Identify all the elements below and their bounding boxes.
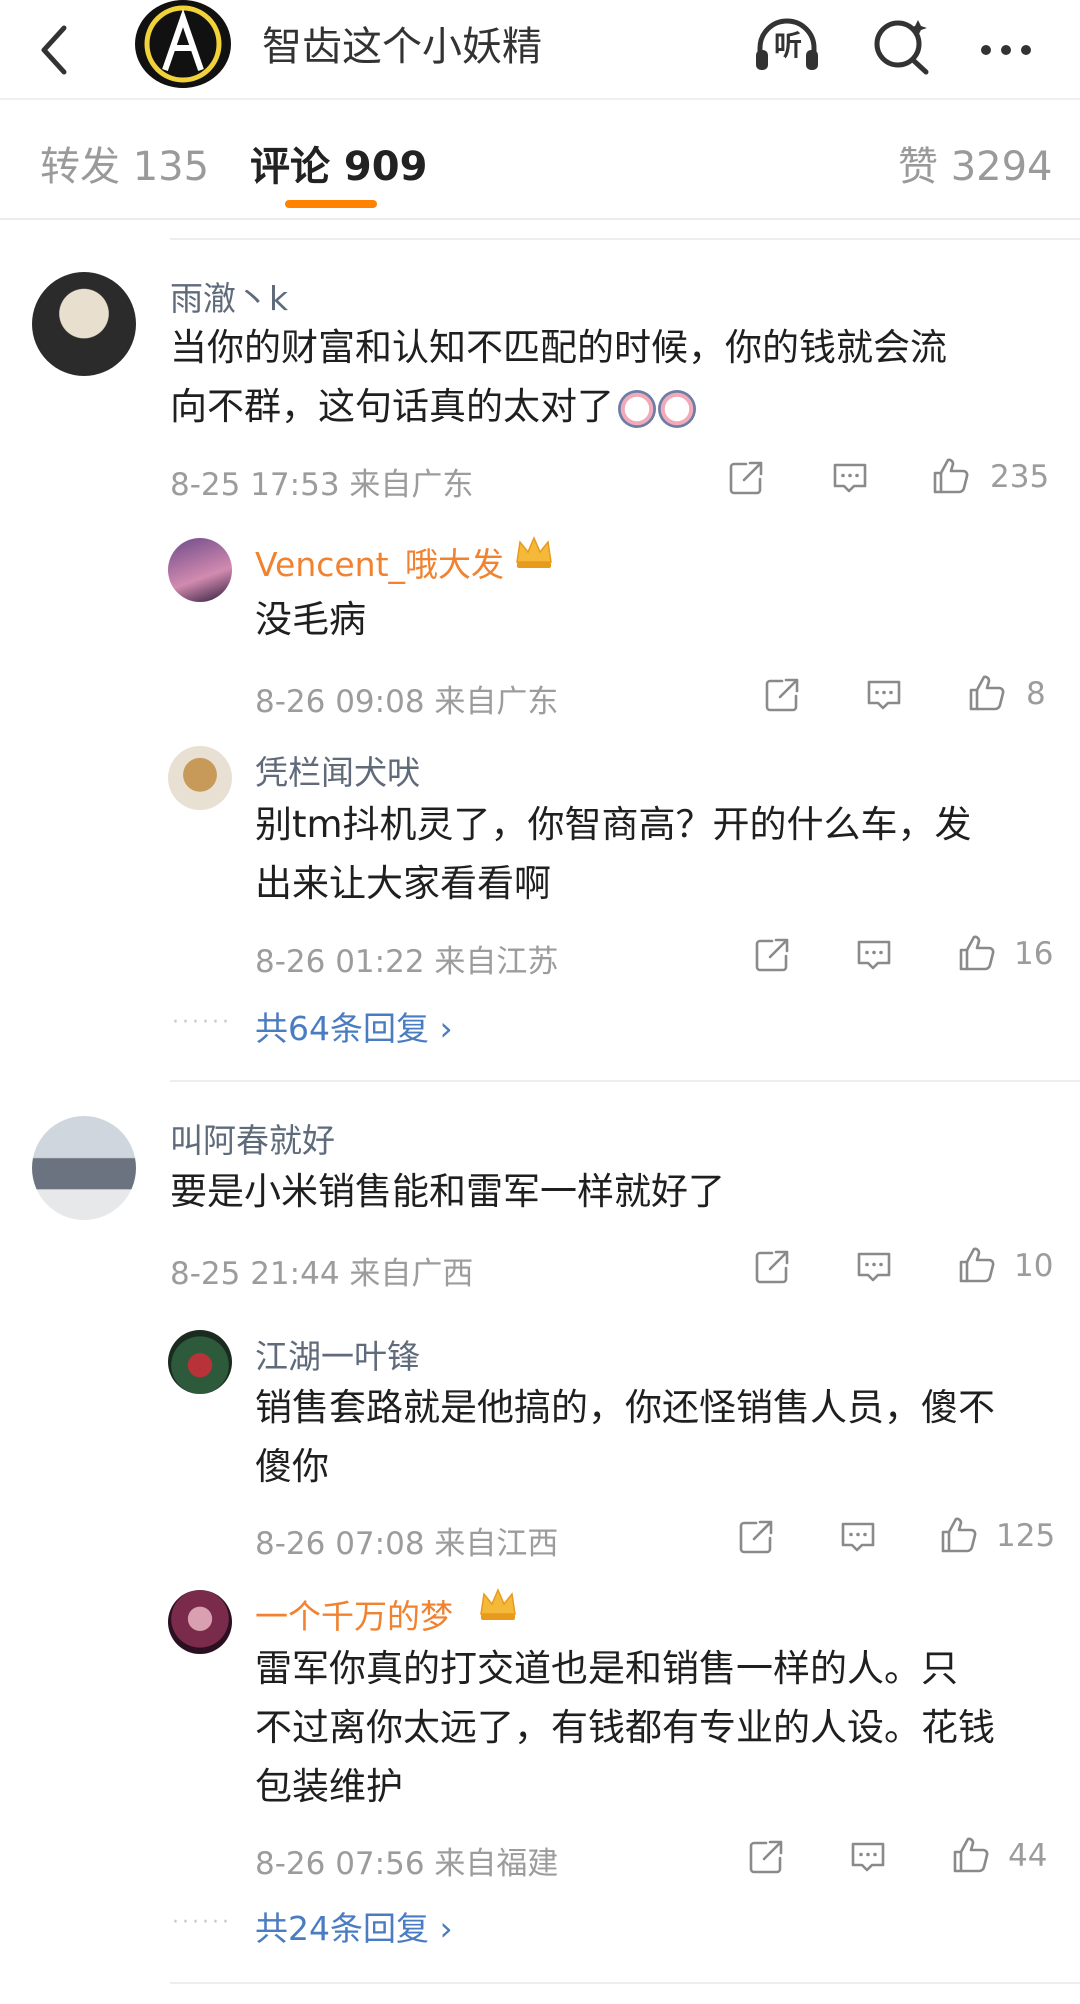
- comment-icon[interactable]: [854, 1247, 894, 1287]
- like-count: 235: [990, 459, 1050, 495]
- listen-label: 听: [774, 29, 803, 62]
- like-icon[interactable]: [938, 1515, 978, 1555]
- reply-meta: 8-26 01:22 来自江苏: [255, 944, 559, 980]
- share-icon[interactable]: [726, 458, 766, 498]
- tab-comments[interactable]: 评论 909: [250, 134, 427, 192]
- avatar[interactable]: [168, 538, 232, 602]
- tab-reposts[interactable]: 转发 135: [40, 134, 209, 192]
- reply-text-line: 没毛病: [255, 598, 366, 641]
- tab-likes[interactable]: 赞 3294: [898, 134, 1053, 192]
- back-icon[interactable]: [30, 20, 80, 80]
- like-icon[interactable]: [956, 933, 996, 973]
- reply-text-line: 销售套路就是他搞的，你还怪销售人员，傻不: [255, 1386, 995, 1429]
- comment-username[interactable]: 叫阿春就好: [170, 1114, 335, 1162]
- more-replies-link[interactable]: 共24条回复 ›: [255, 1902, 453, 1950]
- share-icon[interactable]: [752, 1247, 792, 1287]
- chevron-right-icon: ›: [439, 1909, 453, 1948]
- share-icon[interactable]: [752, 935, 792, 975]
- reply-text-line: 傻你: [255, 1445, 329, 1488]
- avatar[interactable]: [32, 1116, 136, 1220]
- comment-icon[interactable]: [838, 1517, 878, 1557]
- more-icon[interactable]: [972, 14, 1042, 78]
- crown-badge-icon: [480, 1589, 516, 1621]
- share-icon[interactable]: [736, 1517, 776, 1557]
- comment-icon[interactable]: [848, 1837, 888, 1877]
- share-icon[interactable]: [746, 1837, 786, 1877]
- comment-text-line: 要是小米销售能和雷军一样就好了: [170, 1170, 725, 1213]
- search-icon[interactable]: [868, 14, 938, 78]
- like-icon[interactable]: [950, 1835, 990, 1875]
- page-title: 智齿这个小妖精: [262, 24, 542, 70]
- more-replies-link[interactable]: 共64条回复 ›: [255, 1002, 453, 1050]
- reply-text-line: 雷军你真的打交道也是和销售一样的人。只: [255, 1647, 958, 1690]
- divider: [170, 1080, 1080, 1082]
- avatar[interactable]: [32, 272, 136, 376]
- avatar[interactable]: [168, 1590, 232, 1654]
- share-icon[interactable]: [762, 675, 802, 715]
- reply-username[interactable]: Vencent_哦大发: [255, 538, 504, 586]
- shocked-emoji-icon: [618, 389, 656, 428]
- reply-text-line: 不过离你太远了，有钱都有专业的人设。花钱: [255, 1706, 995, 1749]
- avatar[interactable]: [168, 1330, 232, 1394]
- dots-separator: ······: [172, 1910, 232, 1935]
- comment-icon[interactable]: [864, 675, 904, 715]
- comment-icon[interactable]: [854, 935, 894, 975]
- like-icon[interactable]: [930, 456, 970, 496]
- like-icon[interactable]: [956, 1245, 996, 1285]
- like-count: 10: [1014, 1248, 1054, 1284]
- comment-meta: 8-25 17:53 来自广东: [170, 467, 474, 503]
- reply-username[interactable]: 一个千万的梦: [255, 1590, 453, 1638]
- profile-avatar[interactable]: [135, 0, 231, 88]
- comment-icon[interactable]: [830, 458, 870, 498]
- reply-username[interactable]: 凭栏闻犬吠: [255, 746, 420, 794]
- divider: [170, 238, 1080, 240]
- reply-meta: 8-26 07:08 来自江西: [255, 1526, 559, 1562]
- comment-text-line: 向不群，这句话真的太对了: [170, 377, 696, 436]
- tab-bar: 转发 135 评论 909 赞 3294: [0, 98, 1080, 220]
- active-tab-indicator: [285, 200, 377, 208]
- reply-meta: 8-26 09:08 来自广东: [255, 684, 559, 720]
- crown-badge-icon: [516, 537, 552, 569]
- chevron-right-icon: ›: [439, 1009, 453, 1048]
- like-count: 8: [1026, 676, 1046, 712]
- avatar[interactable]: [168, 746, 232, 810]
- like-icon[interactable]: [966, 673, 1006, 713]
- like-count: 125: [996, 1518, 1056, 1554]
- shocked-emoji-icon: [658, 389, 696, 428]
- like-count: 16: [1014, 936, 1054, 972]
- comment-meta: 8-25 21:44 来自广西: [170, 1256, 474, 1292]
- comment-username[interactable]: 雨澈丶k: [170, 272, 288, 320]
- reply-text-line: 别tm抖机灵了，你智商高？开的什么车，发: [255, 803, 972, 846]
- reply-text-line: 包装维护: [255, 1765, 403, 1808]
- reply-username[interactable]: 江湖一叶锋: [255, 1330, 420, 1378]
- dots-separator: ······: [172, 1010, 232, 1035]
- like-count: 44: [1008, 1838, 1048, 1874]
- divider: [170, 1982, 1080, 1984]
- top-bar: 智齿这个小妖精 听: [0, 0, 1080, 98]
- reply-text-line: 出来让大家看看啊: [255, 862, 551, 905]
- reply-meta: 8-26 07:56 来自福建: [255, 1846, 559, 1882]
- comment-text-line: 当你的财富和认知不匹配的时候，你的钱就会流: [170, 326, 947, 369]
